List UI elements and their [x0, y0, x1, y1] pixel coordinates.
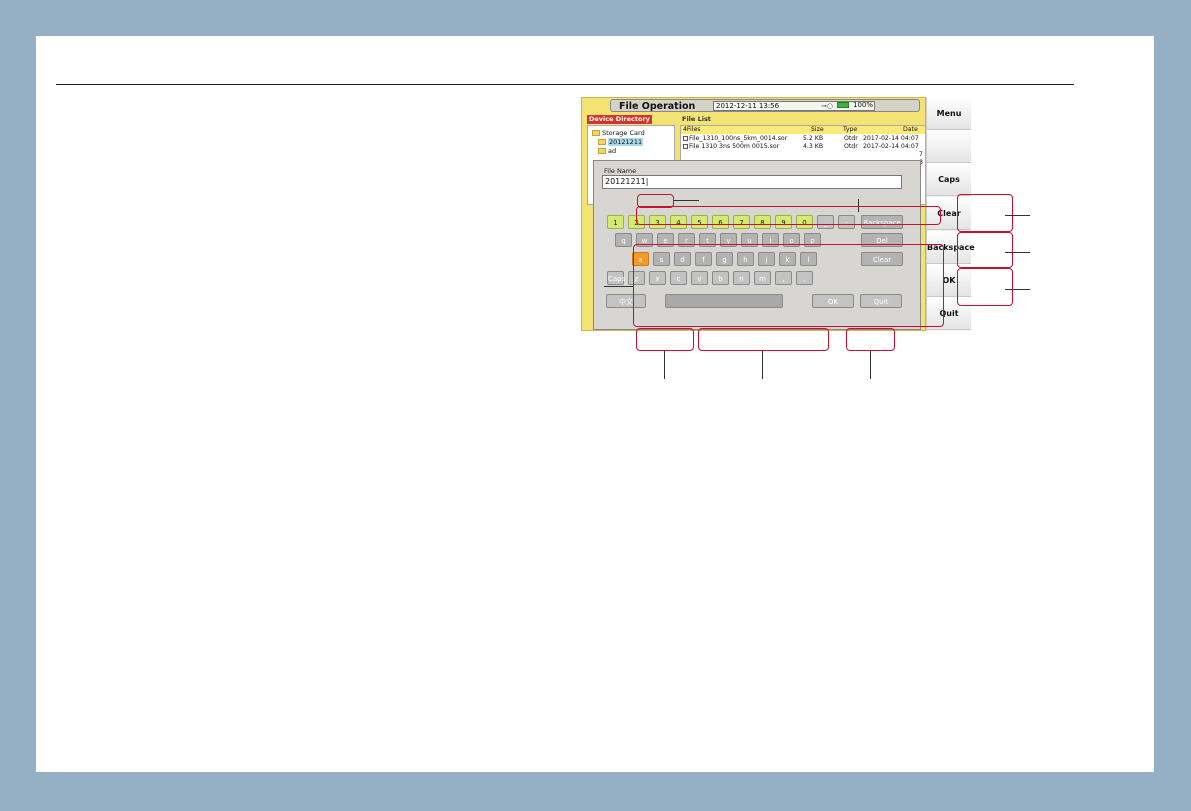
menu-softkey[interactable]: Menu [927, 97, 971, 130]
type-header: Type [843, 126, 858, 133]
truncated-digit: 7 [919, 151, 923, 158]
folder-icon [598, 139, 606, 145]
size-header: Size [811, 126, 824, 133]
device-directory-label: Device Directory [587, 115, 652, 124]
tree-item-20121211[interactable]: 20121211 [598, 138, 644, 147]
blank-softkey[interactable] [927, 130, 971, 163]
date-header: Date [903, 126, 918, 133]
keyboard-callout [633, 244, 944, 327]
battery-level: 100% [853, 101, 874, 109]
leader-line [1005, 252, 1030, 253]
checkbox[interactable] [683, 135, 688, 141]
screen-title: File Operation [619, 101, 696, 112]
leader-line [1005, 215, 1030, 216]
leader-line [604, 286, 633, 287]
leader-line [664, 351, 665, 379]
plug-icon: ⊸○ [821, 102, 833, 110]
tree-item-storage-card[interactable]: Storage Card [592, 129, 645, 138]
file-list-label: File List [682, 115, 711, 123]
space-key-callout [698, 328, 829, 351]
language-key-callout [636, 328, 694, 351]
key-1[interactable]: 1 [607, 215, 624, 229]
leader-line [762, 351, 763, 379]
backspace-softkey-callout [957, 268, 1013, 306]
leader-line [1005, 289, 1030, 290]
file-list-header: 4Files Size Type Date [681, 126, 925, 134]
title-bar: File Operation 2012-12-11 13:56 ⊸○ 100% [610, 99, 920, 112]
leader-line [870, 351, 871, 379]
ok-key-callout [846, 328, 895, 351]
file-count: 4Files [683, 126, 701, 133]
clear-softkey-callout [957, 232, 1013, 268]
battery-icon [837, 102, 849, 108]
file-name-input-callout [636, 206, 941, 225]
leader-line [858, 199, 859, 212]
caps-softkey-callout [957, 194, 1013, 232]
folder-icon [592, 130, 600, 136]
caps-softkey[interactable]: Caps [927, 163, 971, 196]
header-rule [56, 84, 1074, 85]
datetime-display: 2012-12-11 13:56 [713, 101, 875, 111]
caps-key[interactable]: Caps [607, 271, 625, 285]
key-q[interactable]: q [615, 233, 632, 247]
checkbox[interactable] [683, 143, 688, 149]
tree-item-ad[interactable]: ad [598, 147, 616, 156]
file-name-input[interactable]: 20121211| [602, 175, 902, 189]
leader-line [674, 200, 699, 201]
folder-icon [598, 148, 606, 154]
